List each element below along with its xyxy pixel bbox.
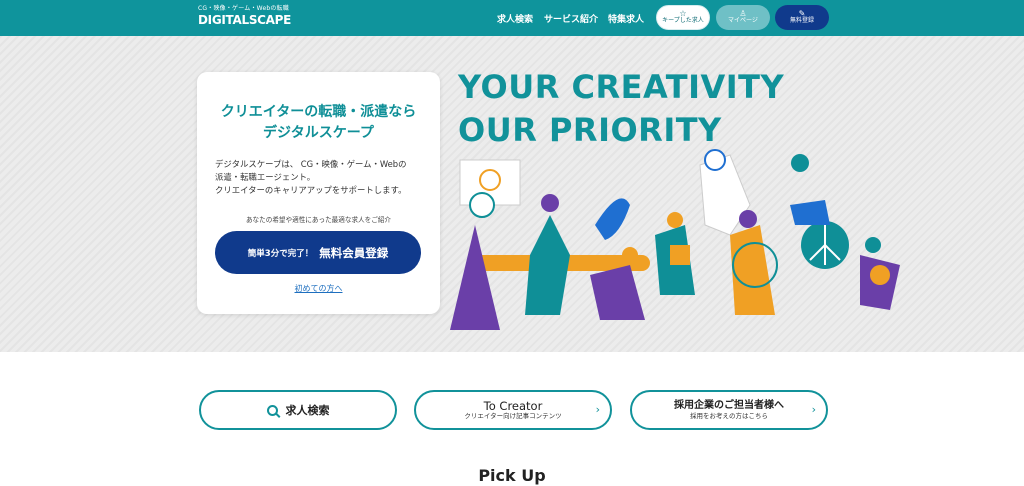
to-creator-text: To Creator クリエイター向け記事コンテンツ [464, 400, 561, 421]
chevron-right-icon: › [595, 403, 600, 416]
nav-featured-jobs[interactable]: 特集求人 [608, 12, 644, 25]
nav-job-search[interactable]: 求人検索 [497, 12, 533, 25]
hero-headline-line1: YOUR CREATIVITY [458, 68, 785, 106]
job-search-link[interactable]: 求人検索 [199, 390, 397, 430]
to-creator-title: To Creator [483, 398, 543, 413]
chevron-right-icon: › [811, 403, 816, 416]
for-companies-link[interactable]: 採用企業のご担当者様へ 採用をお考えの方はこちら › [630, 390, 828, 430]
logo-tagline: CG・映像・ゲーム・Webの転職 [198, 5, 289, 12]
job-search-label: 求人検索 [285, 404, 330, 417]
hero-desc-line2: 派遣・転職エージェント。 [215, 172, 316, 182]
hero-title-line2: デジタルスケープ [263, 125, 374, 141]
pickup-heading: Pick Up [478, 466, 546, 485]
keep-jobs-label: キープした求人 [662, 17, 704, 25]
to-creator-link[interactable]: To Creator クリエイター向け記事コンテンツ › [414, 390, 612, 430]
first-time-link[interactable]: 初めての方へ [197, 283, 440, 294]
hero-desc-line3: クリエイターのキャリアアップをサポートします。 [215, 185, 407, 195]
free-register-label: 無料登録 [789, 17, 814, 25]
free-register-button[interactable]: ✎ 無料登録 [775, 5, 829, 30]
mypage-button[interactable]: ♙ マイページ [716, 5, 770, 30]
cta-small-label: 簡単3分で完了！ [247, 248, 314, 259]
hero-card: クリエイターの転職・派遣なら デジタルスケープ デジタルスケープは、 CG・映像… [197, 72, 440, 314]
for-companies-text: 採用企業のご担当者様へ 採用をお考えの方はこちら [674, 400, 784, 421]
hero-title-line1: クリエイターの転職・派遣なら [220, 104, 417, 120]
site-header: CG・映像・ゲーム・Webの転職 DIGITALSCAPE 求人検索 サービス紹… [0, 0, 1024, 36]
to-creator-subtitle: クリエイター向け記事コンテンツ [464, 411, 562, 420]
search-icon [266, 404, 278, 416]
cta-big-label: 無料会員登録 [319, 245, 389, 260]
hero-illustration [450, 149, 900, 330]
mypage-label: マイページ [728, 17, 758, 25]
keep-jobs-button[interactable]: ☆ キープした求人 [656, 5, 710, 30]
hero-subtext: あなたの希望や適性にあった最適な求人をご紹介 [245, 216, 392, 224]
site-logo[interactable]: DIGITALSCAPE [198, 13, 291, 27]
hero-description: デジタルスケープは、 CG・映像・ゲーム・Webの 派遣・転職エージェント。 ク… [215, 158, 430, 197]
hero-desc-line1: デジタルスケープは、 CG・映像・ゲーム・Webの [215, 159, 407, 169]
register-cta-button[interactable]: 簡単3分で完了！ 無料会員登録 [215, 231, 421, 274]
nav-services[interactable]: サービス紹介 [544, 12, 598, 25]
for-companies-subtitle: 採用をお考えの方はこちら [690, 411, 768, 420]
hero-headline-line2: OUR PRIORITY [458, 111, 722, 149]
for-companies-title: 採用企業のご担当者様へ [674, 399, 784, 411]
